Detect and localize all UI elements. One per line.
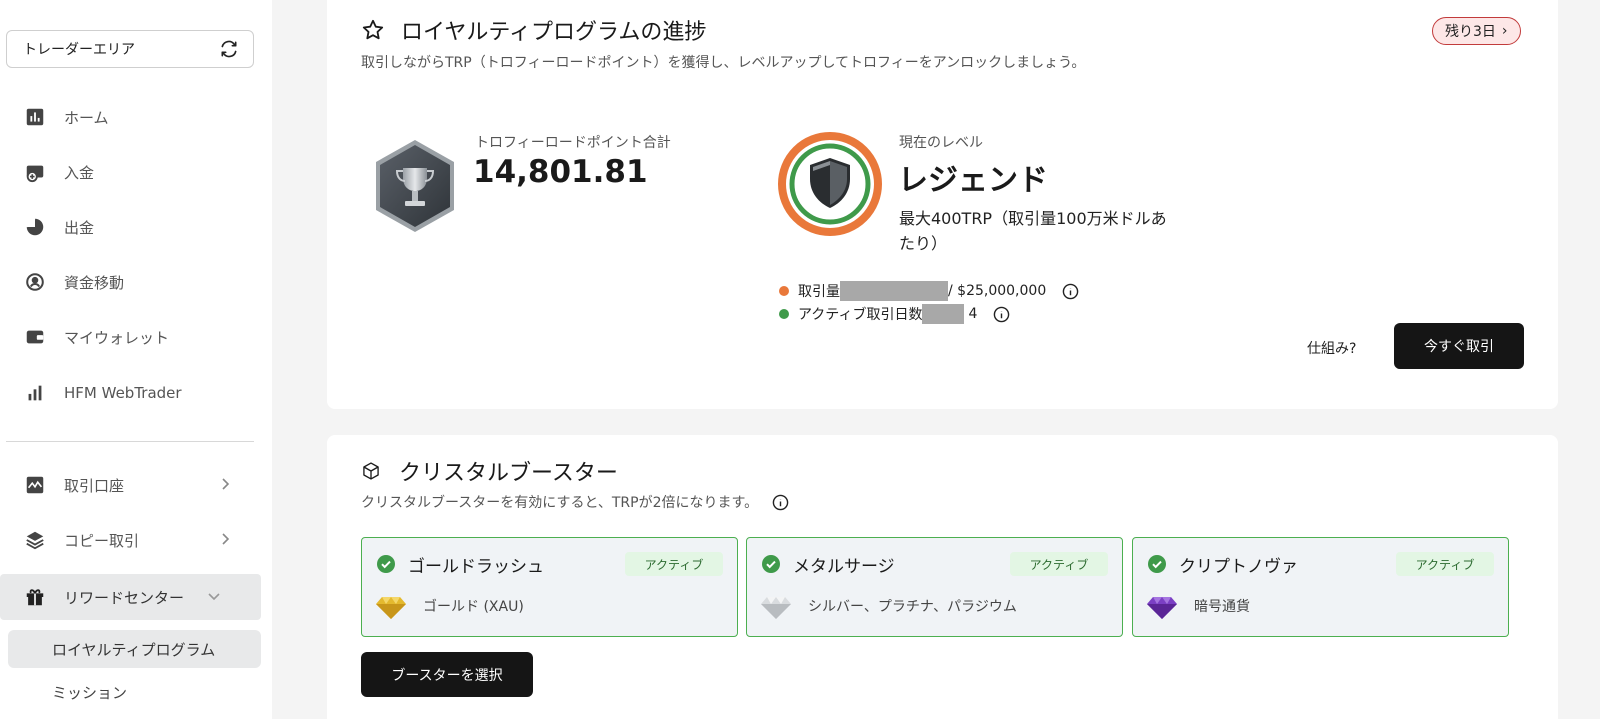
sidebar-subitem-loyalty-program[interactable]: ロイヤルティプログラム [8,630,261,668]
sidebar-item-transfer[interactable]: 資金移動 [0,259,272,305]
sidebar: トレーダーエリア ホーム 入金 出金 資金移動 マイウォレット HFM WebT… [0,0,272,719]
status-badge: アクティブ [1396,552,1494,576]
volume-target: / $25,000,000 [948,283,1047,299]
points-value: 14,801.81 [473,154,648,190]
booster-desc: 暗号通貨 [1194,599,1250,615]
chevron-right-icon [222,478,230,490]
chevron-right-icon: › [1501,23,1508,39]
booster-name: ゴールドラッシュ [408,557,544,577]
level-label: 現在のレベル [899,135,983,151]
cube-icon [363,462,379,480]
trader-area-label: トレーダーエリア [23,42,135,58]
redacted-value [922,304,965,324]
sidebar-subitem-missions[interactable]: ミッション [8,673,261,711]
volume-label: 取引量 [798,284,840,300]
sidebar-item-label: リワードセンター [64,588,185,607]
sidebar-item-copy-trading[interactable]: コピー取引 [0,517,272,563]
check-circle-icon [762,555,780,573]
withdraw-icon [24,216,46,238]
booster-name: メタルサージ [793,557,895,577]
sidebar-item-wallet[interactable]: マイウォレット [0,314,272,360]
transfer-icon [24,271,46,293]
points-label: トロフィーロードポイント合計 [475,135,671,151]
sidebar-item-withdraw[interactable]: 出金 [0,204,272,250]
active-days-label: アクティブ取引日数 [798,307,923,323]
wave-chart-icon [24,474,46,496]
booster-metal-surge[interactable]: メタルサージ アクティブ シルバー、プラチナ、パラジウム [746,537,1123,637]
shield-icon [778,132,882,236]
sidebar-item-label: 資金移動 [64,273,125,292]
level-detail: 最大400TRP（取引量100万米ドルあたり） [899,209,1167,253]
silver-gem-icon [761,597,791,619]
crystal-booster-card: クリスタルブースター クリスタルブースターを有効にすると、TRPが2倍になります… [327,435,1558,719]
loyalty-title: ロイヤルティプログラムの進捗 [361,14,706,46]
active-days-value: 4 [968,306,978,322]
sidebar-item-label: ホーム [64,108,109,127]
sidebar-item-home[interactable]: ホーム [0,94,272,140]
sidebar-subitem-label: ロイヤルティプログラム [52,640,216,659]
chevron-down-icon [208,593,220,601]
sidebar-subitem-label: ミッション [52,683,128,702]
sidebar-item-label: 入金 [64,163,95,182]
booster-title: クリスタルブースター [361,455,618,487]
bar-chart-icon [24,382,46,404]
orange-dot [779,286,789,296]
check-circle-icon [377,555,395,573]
trader-area-switcher[interactable]: トレーダーエリア [6,30,254,68]
chart-icon [24,106,46,128]
gold-gem-icon [376,597,406,619]
info-icon[interactable] [993,306,1010,323]
sidebar-item-label: 出金 [64,218,95,237]
trade-now-button[interactable]: 今すぐ取引 [1394,323,1524,369]
sidebar-item-webtrader[interactable]: HFM WebTrader [0,370,272,416]
remaining-days-badge[interactable]: 残り3日 › [1432,17,1521,45]
booster-description: クリスタルブースターを有効にすると、TRPが2倍になります。 [361,492,789,512]
wallet-icon [24,326,46,348]
booster-desc: ゴールド (XAU) [423,599,524,615]
redacted-value [840,281,948,301]
status-badge: アクティブ [625,552,723,576]
sidebar-divider [6,441,254,442]
trophy-icon [376,140,454,232]
info-icon[interactable] [1062,283,1079,300]
booster-desc: シルバー、プラチナ、パラジウム [808,599,1017,615]
gift-icon [24,586,46,608]
volume-progress-row: 取引量 / $25,000,000 [779,281,1079,301]
check-circle-icon [1148,555,1166,573]
wallet-plus-icon [24,161,46,183]
sidebar-item-deposit[interactable]: 入金 [0,149,272,195]
sidebar-item-label: マイウォレット [64,328,170,347]
booster-gold-rush[interactable]: ゴールドラッシュ アクティブ ゴールド (XAU) [361,537,738,637]
booster-name: クリプトノヴァ [1179,557,1298,577]
green-dot [779,309,789,319]
chevron-right-icon [222,533,230,545]
active-days-row: アクティブ取引日数 4 [779,304,1010,324]
sidebar-item-label: 取引口座 [64,476,125,495]
purple-gem-icon [1147,597,1177,619]
how-it-works-link[interactable]: 仕組み? [1307,338,1356,358]
booster-crypto-nova[interactable]: クリプトノヴァ アクティブ 暗号通貨 [1132,537,1509,637]
sidebar-item-label: HFM WebTrader [64,384,182,402]
refresh-icon[interactable] [219,39,239,59]
sidebar-item-label: コピー取引 [64,531,140,550]
sidebar-item-trading-accounts[interactable]: 取引口座 [0,462,272,508]
level-value: レジェンド [898,163,1048,198]
status-badge: アクティブ [1010,552,1108,576]
select-booster-button[interactable]: ブースターを選択 [361,652,533,697]
star-icon [362,19,384,40]
loyalty-description: 取引しながらTRP（トロフィーロードポイント）を獲得し、レベルアップしてトロフィ… [361,55,1086,71]
layers-icon [24,529,46,551]
info-icon[interactable] [772,494,789,511]
loyalty-progress-card: ロイヤルティプログラムの進捗 取引しながらTRP（トロフィーロードポイント）を獲… [327,0,1558,409]
sidebar-item-rewards-center[interactable]: リワードセンター [0,574,261,620]
